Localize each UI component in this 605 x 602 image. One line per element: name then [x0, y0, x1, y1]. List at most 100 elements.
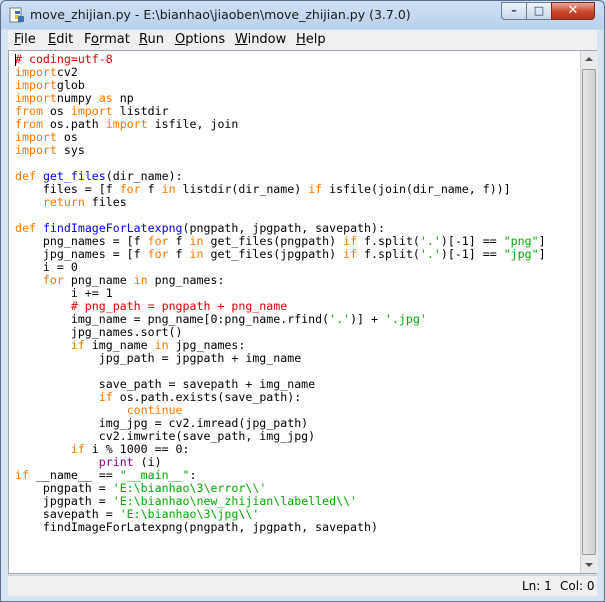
text-cursor: [15, 54, 16, 66]
code-token: if: [308, 182, 323, 196]
code-token: get_files(jpgpath): [203, 247, 344, 261]
menu-edit[interactable]: Edit: [48, 32, 73, 47]
code-token: os.path: [42, 117, 106, 131]
code-token: (i): [133, 455, 162, 469]
code-token: print: [98, 455, 134, 469]
maximize-button[interactable]: □: [526, 2, 552, 20]
code-token: f: [168, 234, 190, 248]
code-token: )] +: [350, 312, 385, 326]
code-token: '.': [419, 247, 441, 261]
menu-help[interactable]: Help: [296, 32, 326, 47]
code-line: if i % 1000 == 0:: [15, 442, 190, 456]
code-line: files = [f for f in listdir(dir_name) if…: [15, 182, 511, 196]
code-token: findImageForLatexpng(pngpath, jpgpath, s…: [15, 520, 378, 534]
code-token: ]: [538, 234, 546, 248]
code-token: if: [15, 468, 29, 482]
code-token: '.': [329, 312, 351, 326]
code-token: f: [140, 182, 162, 196]
code-token: )[-1] ==: [440, 247, 504, 261]
code-token: img_jpg = cv2.imread(jpg_path): [15, 416, 309, 430]
code-token: in: [161, 182, 176, 196]
code-token: get_files: [42, 169, 106, 183]
status-column-number: Col: 0: [560, 579, 595, 593]
title-bar[interactable]: move_zhijian.py - E:\bianhao\jiaoben\mov…: [1, 1, 604, 29]
menu-format[interactable]: Format: [84, 32, 130, 47]
code-line: from os import listdir: [15, 104, 169, 118]
python-idle-icon: [9, 7, 24, 23]
code-token: save_path = savepath + img_name: [15, 377, 316, 391]
scroll-thumb[interactable]: [582, 69, 596, 555]
menu-bar: File Edit Format Run Options Window Help: [8, 30, 597, 50]
code-line: i += 1: [15, 286, 113, 300]
code-token: isfile(join(dir_name, f))]: [322, 182, 511, 196]
code-line: jpg_path = jpgpath + img_name: [15, 351, 301, 365]
code-token: in: [133, 273, 148, 287]
code-token: import: [105, 117, 148, 131]
code-token: if: [98, 390, 113, 404]
code-token: )[-1] ==: [440, 234, 504, 248]
code-token: import: [15, 65, 57, 79]
code-line: cv2.imwrite(save_path, img_jpg): [15, 429, 315, 443]
code-token: 'E:\bianhao\new_zhijian\labelled\\': [112, 494, 358, 508]
code-token: listdir(dir_name): [175, 182, 309, 196]
code-token: for: [147, 247, 169, 261]
code-line: from os.path import isfile, join: [15, 117, 238, 131]
idle-editor-window: move_zhijian.py - E:\bianhao\jiaoben\mov…: [0, 0, 605, 602]
code-token: '.jpg': [384, 312, 427, 326]
code-token: for: [119, 182, 141, 196]
menu-file[interactable]: File: [14, 32, 36, 47]
scroll-down-button[interactable]: [581, 556, 598, 573]
code-token: cv2: [56, 65, 78, 79]
code-token: # png_path = pngpath + png_name: [70, 299, 288, 313]
code-token: (dir_name):: [105, 169, 183, 183]
code-token: img_name = png_name[0:png_name.rfind(: [15, 312, 330, 326]
code-token: i = 0: [15, 260, 78, 274]
scroll-up-button[interactable]: [581, 51, 598, 68]
code-token: for: [42, 273, 64, 287]
code-line: import os: [15, 130, 78, 144]
code-line: def get_files(dir_name):: [15, 169, 183, 183]
menu-window[interactable]: Window: [235, 32, 286, 47]
code-token: from: [15, 104, 43, 118]
code-line: if img_name in jpg_names:: [15, 338, 246, 352]
code-token: import: [15, 143, 57, 157]
code-line: save_path = savepath + img_name: [15, 377, 315, 391]
code-line: importnumpy as np: [15, 91, 134, 105]
code-token: savepath =: [15, 507, 120, 521]
code-token: def: [15, 221, 36, 235]
code-token: for: [147, 234, 169, 248]
arrow-down-icon: [585, 563, 593, 567]
code-text[interactable]: # coding=utf-8 importcv2 importglob impo…: [15, 53, 546, 534]
code-token: import: [70, 104, 113, 118]
close-button[interactable]: ✕: [551, 2, 595, 20]
code-line: importglob: [15, 78, 85, 92]
code-token: import: [15, 78, 57, 92]
vertical-scrollbar[interactable]: [580, 51, 598, 573]
code-token: findImageForLatexpng: [42, 221, 183, 235]
code-token: if: [70, 338, 85, 352]
code-token: os.path.exists(save_path):: [112, 390, 302, 404]
minimize-button[interactable]: –: [501, 2, 527, 20]
code-editor[interactable]: # coding=utf-8 importcv2 importglob impo…: [8, 50, 598, 574]
code-token: "png": [503, 234, 539, 248]
code-token: ]: [538, 247, 546, 261]
maximize-icon: □: [533, 4, 545, 17]
code-token: numpy: [56, 91, 99, 105]
code-line: jpg_names.sort(): [15, 325, 183, 339]
menu-options[interactable]: Options: [175, 32, 225, 47]
code-line: continue: [15, 403, 183, 417]
code-token: __name__ ==: [28, 468, 120, 482]
code-line: findImageForLatexpng(pngpath, jpgpath, s…: [15, 520, 378, 534]
code-token: files = [f: [15, 182, 120, 196]
code-token: png_names = [f: [15, 234, 148, 248]
code-token: cv2.imwrite(save_path, img_jpg): [15, 429, 316, 443]
code-token: if: [343, 234, 358, 248]
code-token: pngpath =: [15, 481, 113, 495]
code-token: (pngpath, jpgpath, savepath):: [182, 221, 385, 235]
code-token: png_names:: [147, 273, 225, 287]
menu-run[interactable]: Run: [139, 32, 164, 47]
